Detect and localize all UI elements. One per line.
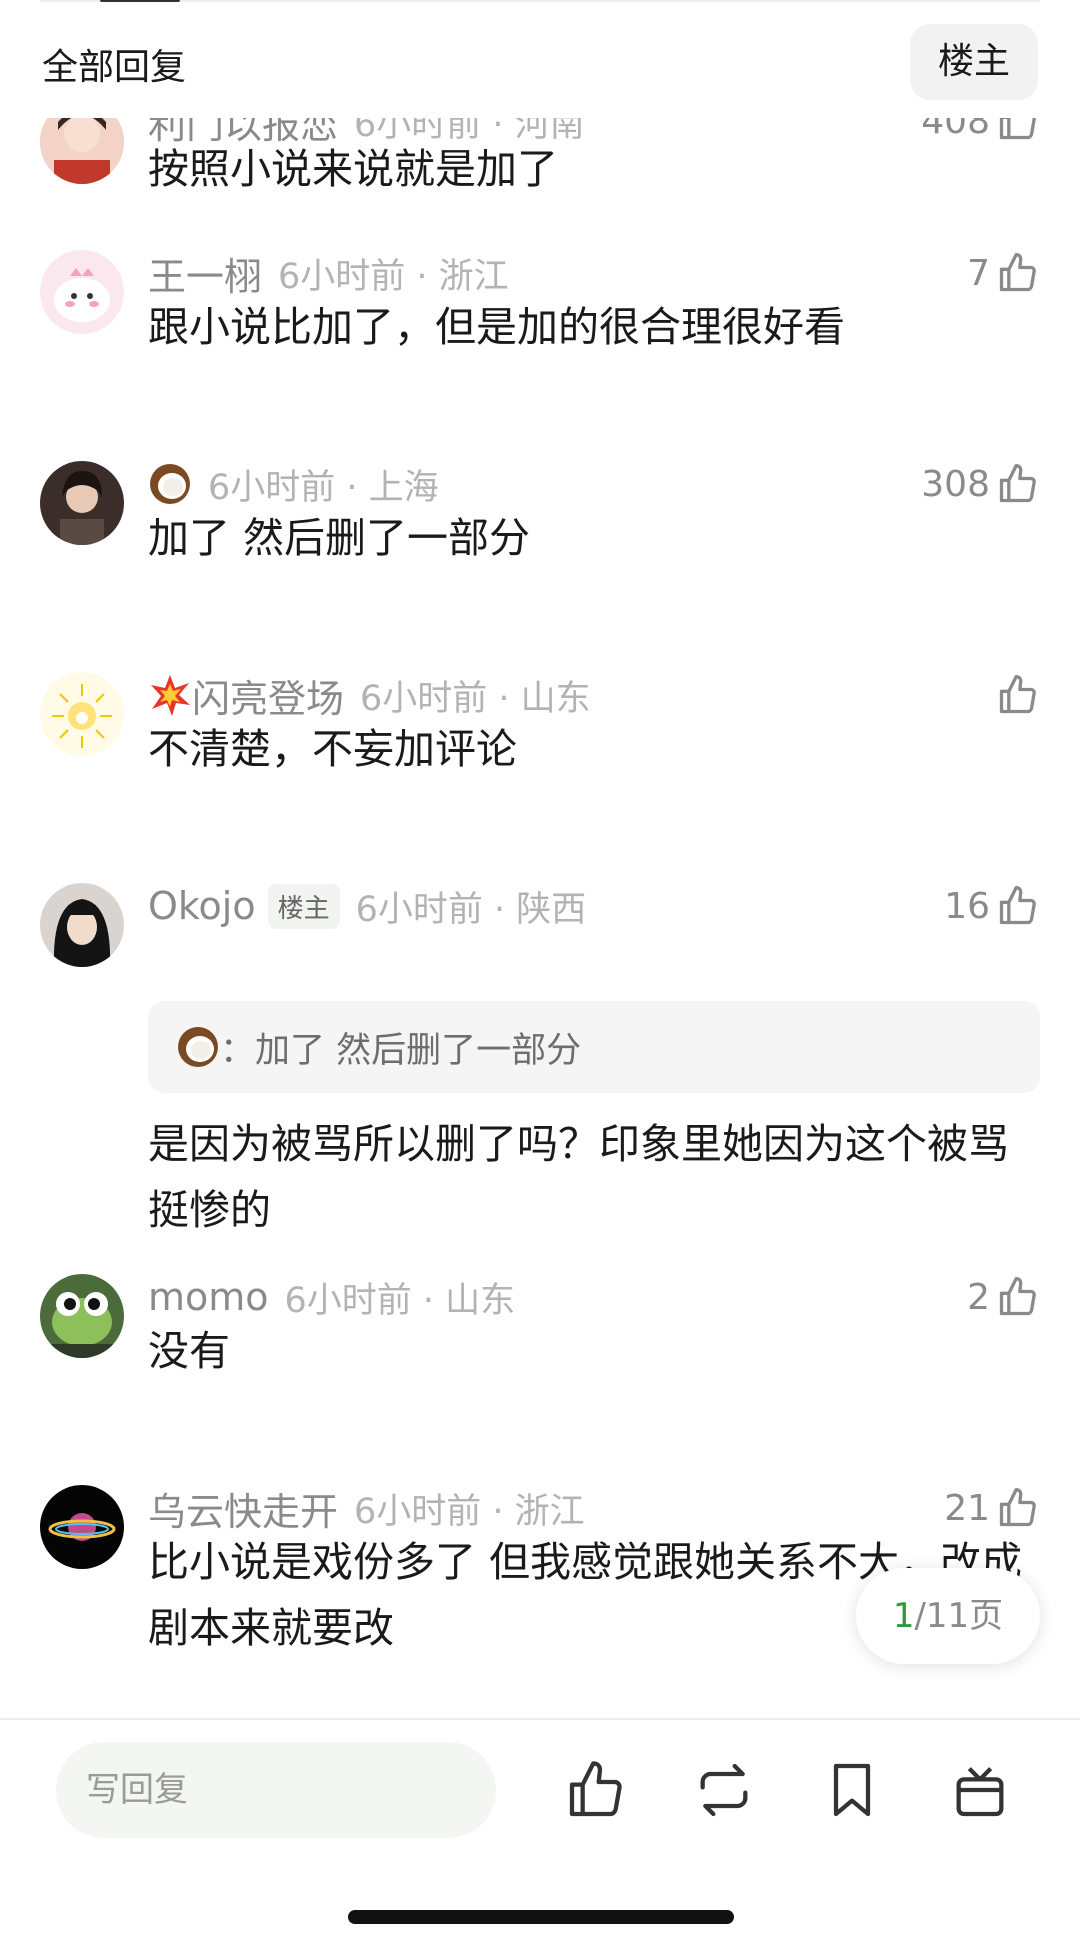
comment-list[interactable]: 利门以报恋 6小时前 · 河南 408 按照小说来说就是加了 王一栩 6小时前 … <box>0 0 1080 1718</box>
thumbs-up-icon <box>999 886 1036 925</box>
username[interactable]: 乌云快走开 <box>148 1481 338 1536</box>
comment-time: 6小时前 · 山东 <box>360 678 591 719</box>
reply-header: 全部回复 楼主 <box>0 0 1080 118</box>
like-button[interactable]: 2 <box>967 1272 1040 1322</box>
comment-time: 6小时前 · 陕西 <box>355 889 587 930</box>
top-divider <box>40 0 1040 2</box>
thumbs-up-icon <box>999 464 1036 503</box>
comment-time: 6小时前 · 山东 <box>284 1280 516 1321</box>
like-count: 2 <box>967 1276 990 1318</box>
quoted-reply[interactable]: ：加了 然后删了一部分 <box>148 1001 1040 1093</box>
thumbs-up-icon <box>999 1277 1036 1316</box>
total-pages: /11页 <box>914 1596 1004 1636</box>
username[interactable]: Okojo <box>148 884 256 928</box>
like-icon[interactable] <box>564 1758 628 1822</box>
like-button[interactable]: 16 <box>944 881 1040 931</box>
current-page: 1 <box>892 1596 915 1636</box>
comment-time: 6小时前 · 浙江 <box>278 256 509 297</box>
comment-text: 是因为被骂所以删了吗？印象里她因为这个被骂挺惨的 <box>148 1120 1009 1234</box>
username[interactable]: 王一栩 <box>148 246 262 301</box>
collision-icon <box>151 675 190 716</box>
owner-only-button[interactable]: 楼主 <box>910 24 1038 100</box>
bottom-action-bar: 写回复 <box>0 1718 1080 1948</box>
avatar[interactable] <box>40 250 124 334</box>
thumbs-up-icon <box>999 253 1036 292</box>
comment-text: 按照小说来说就是加了 <box>148 145 558 193</box>
coconut-icon <box>150 464 190 504</box>
comment-text: 不清楚，不妄加评论 <box>148 725 517 773</box>
avatar[interactable] <box>40 883 124 967</box>
avatar[interactable] <box>40 461 124 545</box>
like-count: 7 <box>967 252 990 294</box>
like-button[interactable]: 308 <box>921 459 1040 509</box>
avatar[interactable] <box>40 672 124 756</box>
avatar[interactable] <box>40 1274 124 1358</box>
like-button[interactable]: 21 <box>944 1483 1040 1533</box>
home-indicator[interactable] <box>348 1910 734 1924</box>
like-count: 308 <box>921 463 990 505</box>
page-indicator[interactable]: 1/11页 <box>856 1568 1040 1664</box>
comment-meta: Okojo 楼主 6小时前 · 陕西 <box>148 881 586 931</box>
comment-meta: momo 6小时前 · 山东 <box>148 1272 515 1322</box>
comment-text: 跟小说比加了，但是加的很合理很好看 <box>148 303 845 351</box>
thumbs-up-icon <box>999 675 1036 714</box>
comment-meta: 闪亮登场 6小时前 · 山东 <box>148 668 591 723</box>
coconut-icon <box>178 1027 218 1067</box>
gift-icon[interactable] <box>948 1758 1012 1822</box>
bookmark-icon[interactable] <box>820 1758 884 1822</box>
username[interactable]: momo <box>148 1275 269 1319</box>
reply-input[interactable]: 写回复 <box>56 1742 496 1838</box>
owner-tag: 楼主 <box>267 883 340 929</box>
avatar[interactable] <box>40 1485 124 1569</box>
comment-text: 加了 然后删了一部分 <box>148 514 531 562</box>
comment-meta: 乌云快走开 6小时前 · 浙江 <box>148 1481 585 1536</box>
comment-meta: 王一栩 6小时前 · 浙江 <box>148 246 509 301</box>
page-title: 全部回复 <box>42 47 187 88</box>
like-button[interactable]: 7 <box>967 248 1040 298</box>
like-count: 21 <box>944 1487 990 1529</box>
comment-time: 6小时前 · 浙江 <box>354 1491 585 1532</box>
username[interactable]: 闪亮登场 <box>192 668 344 723</box>
like-count: 16 <box>944 885 990 927</box>
like-button[interactable] <box>990 670 1040 720</box>
quoted-text: ：加了 然后删了一部分 <box>220 1030 582 1071</box>
repost-icon[interactable] <box>692 1758 756 1822</box>
comment-time: 6小时前 · 上海 <box>208 467 439 508</box>
comment-meta: 6小时前 · 上海 <box>148 459 439 509</box>
thumbs-up-icon <box>999 1488 1036 1527</box>
comment-text: 没有 <box>148 1327 230 1375</box>
